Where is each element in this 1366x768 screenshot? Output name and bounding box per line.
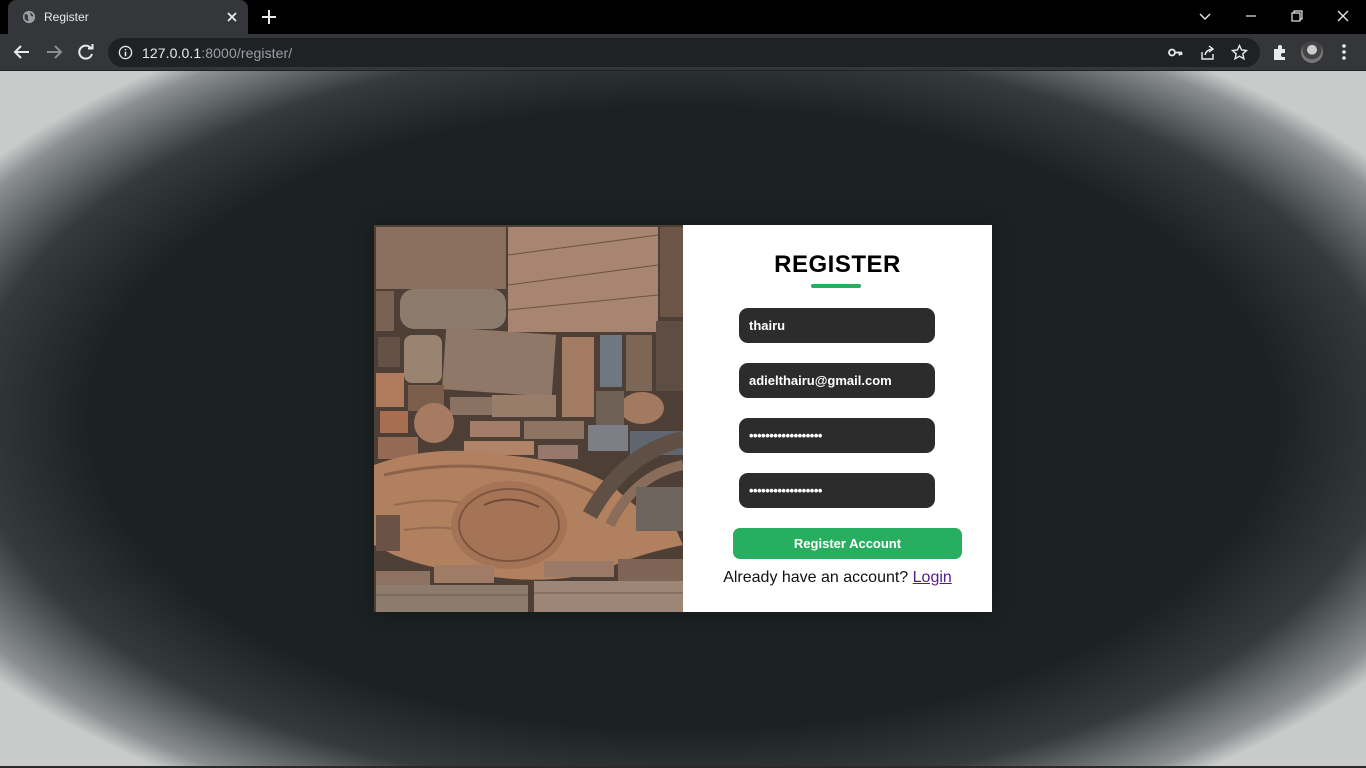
close-window-icon[interactable] (1335, 8, 1351, 24)
wood-mosaic-image (374, 225, 683, 612)
close-tab-icon[interactable] (224, 9, 240, 25)
login-link[interactable]: Login (913, 569, 952, 586)
back-icon[interactable] (12, 42, 32, 62)
reload-icon[interactable] (76, 42, 96, 62)
register-form: REGISTER Register Account Already have a… (683, 225, 992, 612)
username-field[interactable] (739, 308, 935, 343)
minimize-icon[interactable] (1243, 8, 1259, 24)
url-text[interactable]: 127.0.0.1:8000/register/ (142, 45, 292, 61)
url-path: :8000/register/ (201, 45, 293, 61)
extensions-icon[interactable] (1270, 42, 1290, 62)
confirm-password-field[interactable] (739, 473, 935, 508)
site-info-icon[interactable] (118, 45, 133, 60)
tab-title: Register (44, 10, 89, 24)
login-prompt-row: Already have an account? Login (683, 569, 992, 587)
share-icon[interactable] (1199, 44, 1216, 61)
tab-register[interactable]: Register (8, 0, 248, 34)
globe-icon (22, 10, 36, 24)
profile-avatar[interactable] (1301, 41, 1323, 63)
email-field[interactable] (739, 363, 935, 398)
page-title: REGISTER (774, 251, 901, 278)
menu-kebab-icon[interactable] (1334, 42, 1354, 62)
browser-toolbar: 127.0.0.1:8000/register/ (0, 34, 1366, 71)
register-account-button[interactable]: Register Account (733, 528, 962, 559)
page-viewport: REGISTER Register Account Already have a… (0, 71, 1366, 766)
new-tab-icon[interactable] (260, 8, 278, 26)
url-host: 127.0.0.1 (142, 45, 202, 61)
register-card: REGISTER Register Account Already have a… (374, 225, 992, 612)
address-bar[interactable]: 127.0.0.1:8000/register/ (108, 38, 1260, 67)
login-prompt-text: Already have an account? (723, 569, 909, 586)
forward-icon[interactable] (44, 42, 64, 62)
key-icon[interactable] (1167, 44, 1184, 61)
tab-search-icon[interactable] (1197, 8, 1213, 24)
title-underline (811, 284, 861, 288)
bookmark-star-icon[interactable] (1231, 44, 1248, 61)
tab-strip: Register (0, 0, 1366, 34)
password-field[interactable] (739, 418, 935, 453)
restore-icon[interactable] (1289, 8, 1305, 24)
